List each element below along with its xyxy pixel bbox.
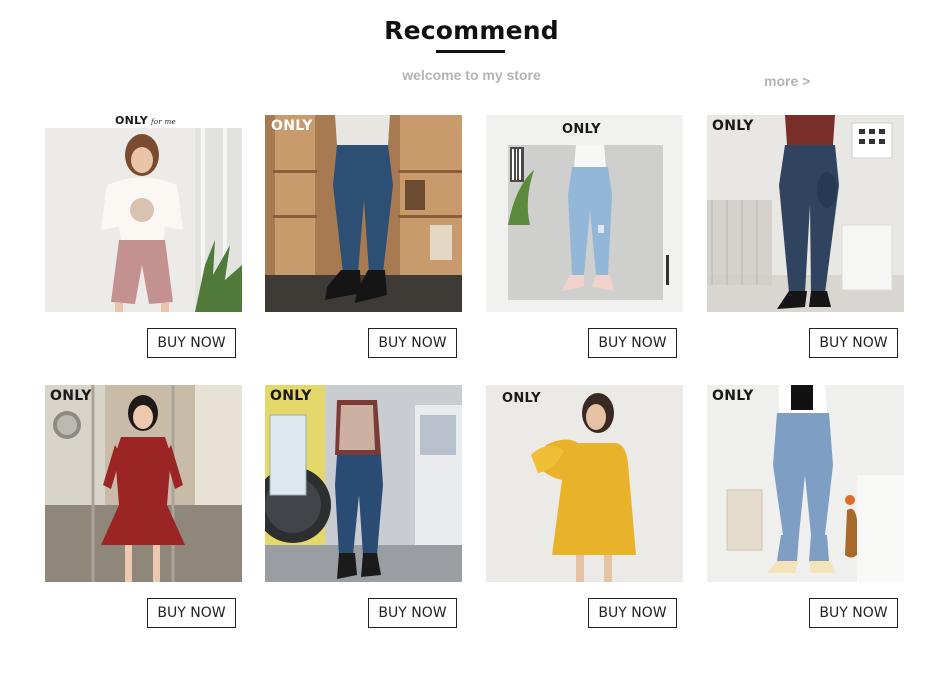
brand-logo-2: ONLY [271, 118, 313, 134]
product-image-8[interactable] [707, 385, 904, 582]
buy-now-button-6[interactable]: BUY NOW [368, 598, 457, 628]
brand-logo-4: ONLY [712, 118, 754, 134]
buy-now-button-5[interactable]: BUY NOW [147, 598, 236, 628]
product-image-6[interactable] [265, 385, 462, 582]
buy-now-button-3[interactable]: BUY NOW [588, 328, 677, 358]
brand-logo-8: ONLY [712, 388, 754, 404]
buy-now-button-2[interactable]: BUY NOW [368, 328, 457, 358]
buy-now-button-8[interactable]: BUY NOW [809, 598, 898, 628]
recommend-title: Recommend [384, 16, 559, 45]
brand-logo-3: ONLY [562, 122, 601, 137]
more-link[interactable]: more > [764, 73, 810, 89]
brand-logo-5: ONLY [50, 388, 92, 404]
product-image-1[interactable] [45, 115, 242, 312]
brand-logo-1: ONLY for me [115, 114, 176, 127]
title-underline [436, 50, 505, 53]
buy-now-button-1[interactable]: BUY NOW [147, 328, 236, 358]
product-image-3[interactable] [486, 115, 683, 312]
product-image-5[interactable] [45, 385, 242, 582]
buy-now-button-7[interactable]: BUY NOW [588, 598, 677, 628]
product-image-4[interactable] [707, 115, 904, 312]
brand-logo-6: ONLY [270, 388, 312, 404]
buy-now-button-4[interactable]: BUY NOW [809, 328, 898, 358]
product-image-2[interactable] [265, 115, 462, 312]
product-image-7[interactable] [486, 385, 683, 582]
brand-logo-7: ONLY [502, 391, 541, 406]
